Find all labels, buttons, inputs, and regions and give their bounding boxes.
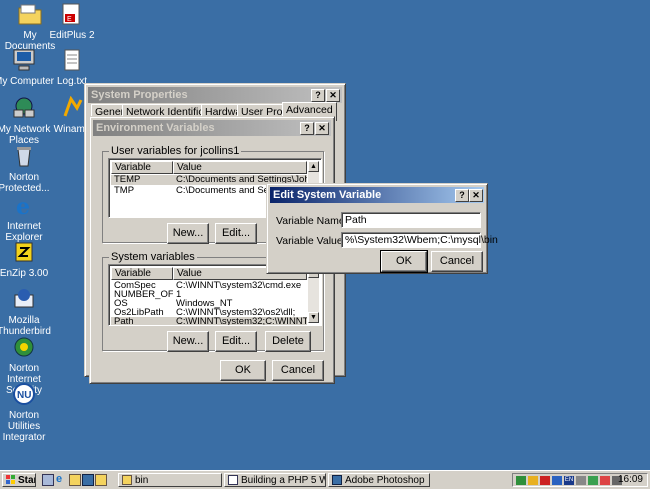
globe-shield-icon [11, 335, 37, 361]
text-file-icon [59, 48, 85, 74]
help-icon[interactable]: ? [300, 122, 314, 135]
group-label: System variables [109, 251, 197, 263]
photoshop-icon[interactable] [82, 474, 94, 486]
update-tray-icon[interactable] [588, 476, 598, 485]
start-button[interactable]: Start [2, 473, 36, 487]
variable-name-label: Variable Name: [276, 215, 348, 227]
desktop-icon-thunderbird[interactable]: Mozilla Thunderbird [0, 287, 54, 337]
desktop-icon-editplus[interactable]: E EditPlus 2 [42, 2, 102, 41]
help-icon[interactable]: ? [455, 189, 469, 202]
variable-cell: TMP [114, 186, 135, 196]
computer-icon [11, 48, 37, 74]
variable-value-label: Variable Value: [276, 235, 346, 247]
window-title: Edit System Variable [273, 189, 382, 201]
close-icon[interactable]: ✕ [315, 122, 329, 135]
desktop-icon-ie[interactable]: e Internet Explorer [0, 193, 54, 243]
system-tray: EN 16:09 [512, 473, 648, 487]
task-bin[interactable]: bin [118, 473, 222, 487]
svg-text:e: e [16, 194, 30, 217]
svg-text:NU: NU [17, 390, 31, 401]
svg-text:E: E [67, 16, 72, 23]
desktop-icon-norton-utilities[interactable]: NU Norton Utilities Integrator [0, 382, 54, 443]
system-new-button[interactable]: New... [167, 331, 209, 352]
alert-tray-icon[interactable] [600, 476, 610, 485]
language-tray-icon[interactable]: EN [564, 476, 574, 485]
quick-launch: e [40, 473, 112, 486]
norton-tray-icon[interactable] [516, 476, 526, 485]
vertical-scrollbar[interactable]: ▲ ▼ [308, 267, 319, 323]
clock[interactable]: 16:09 [618, 474, 643, 486]
scroll-down-icon[interactable]: ▼ [308, 312, 319, 323]
taskbar: Start e bin Building a PHP 5 Web Ser... … [0, 470, 650, 489]
icon-label: Norton Utilities Integrator [2, 410, 46, 443]
task-label: Adobe Photoshop [345, 475, 425, 486]
icon-label: EditPlus 2 [49, 30, 95, 41]
icon-label: Norton Protected... [0, 172, 50, 194]
list-header: Variable Value [111, 161, 307, 174]
variable-value-field[interactable]: %\System32\Wbem;C:\mysql\bin [341, 232, 498, 248]
desktop-icon-log[interactable]: Log.txt [42, 48, 102, 87]
norton-utilities-icon: NU [11, 382, 37, 408]
enzip-icon [11, 240, 37, 266]
window-title: Environment Variables [96, 122, 215, 134]
system-properties-titlebar: System Properties ? ✕ [88, 87, 342, 103]
variable-cell: TEMP [114, 175, 141, 185]
close-icon[interactable]: ✕ [469, 189, 483, 202]
outlook-icon[interactable] [69, 474, 81, 486]
winamp-icon [59, 95, 85, 122]
icon-label: Mozilla Thunderbird [0, 315, 51, 337]
ok-button[interactable]: OK [380, 250, 428, 273]
window-title: System Properties [91, 89, 188, 101]
user-edit-button[interactable]: Edit... [215, 223, 257, 244]
system-delete-button[interactable]: Delete [265, 331, 311, 352]
icon-label: EnZip 3.00 [0, 268, 49, 279]
cancel-button[interactable]: Cancel [272, 360, 324, 381]
windows-logo-icon [6, 475, 16, 485]
edit-system-variable-window: Edit System Variable ? ✕ Variable Name: … [266, 183, 498, 274]
cancel-button[interactable]: Cancel [431, 251, 483, 272]
internet-explorer-icon: e [11, 193, 37, 220]
task-label: Building a PHP 5 Web Ser... [241, 475, 325, 486]
scroll-up-icon[interactable]: ▲ [308, 161, 319, 172]
column-value[interactable]: Value [173, 161, 307, 174]
desktop-icon-enzip[interactable]: EnZip 3.00 [0, 240, 54, 279]
variable-name-field[interactable]: Path [341, 212, 481, 228]
task-label: bin [135, 475, 149, 486]
variable-cell: Path [114, 317, 134, 326]
folder-icon [17, 2, 43, 28]
group-label: User variables for jcollins1 [109, 145, 242, 157]
column-variable[interactable]: Variable [111, 161, 173, 174]
start-label: Start [18, 475, 35, 486]
internet-explorer-icon[interactable]: e [56, 473, 62, 485]
ok-button[interactable]: OK [220, 360, 266, 381]
printer-tray-icon[interactable] [576, 476, 586, 485]
help-icon[interactable]: ? [311, 89, 325, 102]
task-building-php[interactable]: Building a PHP 5 Web Ser... [224, 473, 326, 487]
close-icon[interactable]: ✕ [326, 89, 340, 102]
folder-icon [122, 475, 132, 485]
system-edit-button[interactable]: Edit... [215, 331, 257, 352]
security-tray-icon[interactable] [528, 476, 538, 485]
antivirus-tray-icon[interactable] [540, 476, 550, 485]
folder-icon[interactable] [95, 474, 107, 486]
column-variable[interactable]: Variable [111, 267, 173, 280]
table-row[interactable]: Path C:\WINNT\system32;C:\WINNT;C:\WIN..… [111, 317, 307, 326]
edit-system-variable-titlebar: Edit System Variable ? ✕ [270, 187, 484, 203]
environment-variables-titlebar: Environment Variables ? ✕ [93, 120, 331, 136]
task-photoshop[interactable]: Adobe Photoshop [328, 473, 430, 487]
show-desktop-icon[interactable] [42, 474, 54, 486]
recycle-bin-icon [11, 144, 37, 170]
value-cell: C:\WINNT\system32;C:\WINNT;C:\WIN... [176, 317, 307, 326]
editplus-icon: E [59, 2, 85, 28]
user-new-button[interactable]: New... [167, 223, 209, 244]
photoshop-icon [332, 475, 342, 485]
network-icon [11, 96, 37, 122]
thunderbird-icon [11, 287, 37, 313]
desktop-icon-norton-protected[interactable]: Norton Protected... [0, 144, 54, 194]
document-icon [228, 475, 238, 485]
network-tray-icon[interactable] [552, 476, 562, 485]
